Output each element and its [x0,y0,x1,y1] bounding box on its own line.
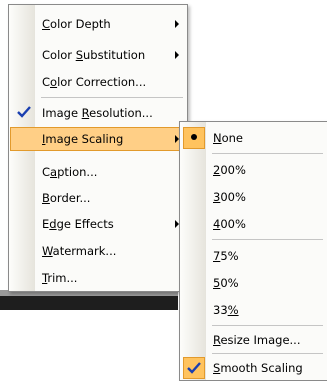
menu-separator [41,97,183,98]
menu-item-label: 50% [213,276,239,290]
submenu-item-300[interactable]: 300% [181,185,326,209]
menu-item-label: Caption... [42,165,98,179]
menu-item-border[interactable]: Border... [10,186,186,210]
menu-item-label: 75% [213,249,239,263]
menu-item-label: Smooth Scaling [213,361,303,375]
menu-item-label: 400% [213,217,246,231]
menu-item-label: 200% [213,163,246,177]
checkmark-icon [17,106,31,118]
menu-separator [212,353,323,354]
menu-separator [212,153,323,154]
menu-item-image-resolution[interactable]: Image Resolution... [10,101,186,125]
menu-item-label: Resize Image... [213,333,301,347]
image-scaling-submenu: None 200% 300% 400% 75% 50% 33% Resize I… [179,121,327,381]
submenu-item-400[interactable]: 400% [181,212,326,236]
menu-item-label: Color Depth [42,17,111,31]
menu-item-color-substitution[interactable]: Color Substitution [10,43,186,67]
menu-item-label: Border... [42,191,91,205]
checkmark-icon [187,362,201,374]
menu-item-edge-effects[interactable]: Edge Effects [10,212,186,236]
menu-item-label: None [213,131,244,145]
radio-bullet-icon [191,134,197,140]
context-menu: Color Depth Color Substitution Color Cor… [8,4,188,292]
menu-separator [212,325,323,326]
submenu-arrow-icon [175,20,179,28]
menu-item-image-scaling[interactable]: Image Scaling [10,127,186,151]
submenu-item-75[interactable]: 75% [181,244,326,268]
menu-item-label: Color Substitution [42,48,146,62]
menu-item-label: 300% [213,190,246,204]
menu-item-color-correction[interactable]: Color Correction... [10,70,186,94]
submenu-item-smooth-scaling[interactable]: Smooth Scaling [181,356,326,380]
background-window-bar [0,296,178,310]
menu-item-watermark[interactable]: Watermark... [10,239,186,263]
menu-item-label: Color Correction... [42,75,147,89]
menu-item-label: Watermark... [42,244,117,258]
submenu-item-33[interactable]: 33% [181,298,326,322]
menu-item-caption[interactable]: Caption... [10,160,186,184]
menu-item-label: Edge Effects [42,217,114,231]
submenu-item-50[interactable]: 50% [181,271,326,295]
menu-item-label: Image Scaling [42,132,124,146]
menu-item-color-depth[interactable]: Color Depth [10,12,186,36]
submenu-item-resize-image[interactable]: Resize Image... [181,328,326,352]
menu-item-label: 33% [213,303,239,317]
menu-item-trim[interactable]: Trim... [10,266,186,290]
submenu-item-200[interactable]: 200% [181,158,326,182]
menu-item-label: Trim... [42,271,78,285]
submenu-item-none[interactable]: None [181,126,326,150]
menu-item-label: Image Resolution... [42,106,153,120]
submenu-arrow-icon [175,51,179,59]
menu-separator [212,239,323,240]
